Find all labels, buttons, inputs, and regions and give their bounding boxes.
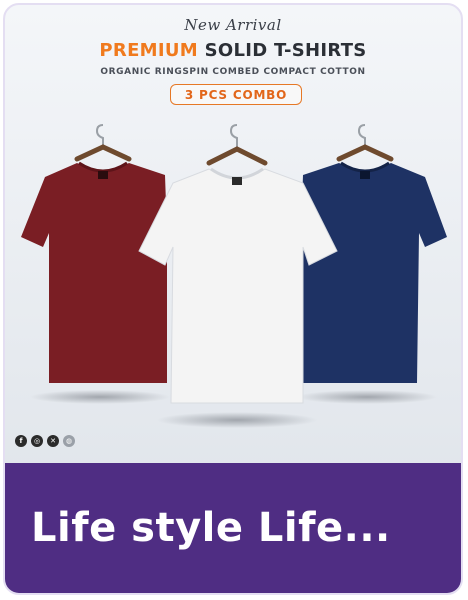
tshirts-illustration [21,124,447,428]
instagram-icon[interactable]: ◎ [31,435,43,447]
fabric-subline: ORGANIC RINGSPIN COMBED COMPACT COTTON [100,67,366,77]
headline: PREMIUM SOLID T-SHIRTS [5,40,461,61]
hanger-center [206,146,268,166]
new-arrival-label: New Arrival [184,16,282,34]
facebook-icon[interactable]: f [15,435,27,447]
hanger-hook-left [95,124,104,148]
headline-accent: PREMIUM [99,40,199,61]
navy-shirt-body [301,163,447,383]
product-card[interactable]: New Arrival PREMIUM SOLID T-SHIRTS ORGAN… [3,3,463,595]
product-banner-image[interactable]: New Arrival PREMIUM SOLID T-SHIRTS ORGAN… [5,5,461,463]
card-footer[interactable]: Life style Life... [5,463,461,593]
hanger-left [74,144,132,162]
combo-badge: 3 PCS COMBO [170,84,302,105]
white-label [232,177,242,185]
headline-rest: SOLID T-SHIRTS [204,40,367,61]
card-title[interactable]: Life style Life... [31,505,391,551]
hanger-hook-center [229,124,238,150]
shadow-center [157,412,317,428]
navy-label [360,171,370,179]
maroon-label [98,171,108,179]
x-icon[interactable]: ✕ [47,435,59,447]
web-icon[interactable]: ◍ [63,435,75,447]
hanger-hook-right [357,124,366,148]
hanger-right [336,144,394,162]
shadow-left [30,390,170,404]
maroon-shirt-body [21,163,167,383]
social-icons: f ◎ ✕ ◍ [15,435,75,447]
shadow-right [297,390,437,404]
